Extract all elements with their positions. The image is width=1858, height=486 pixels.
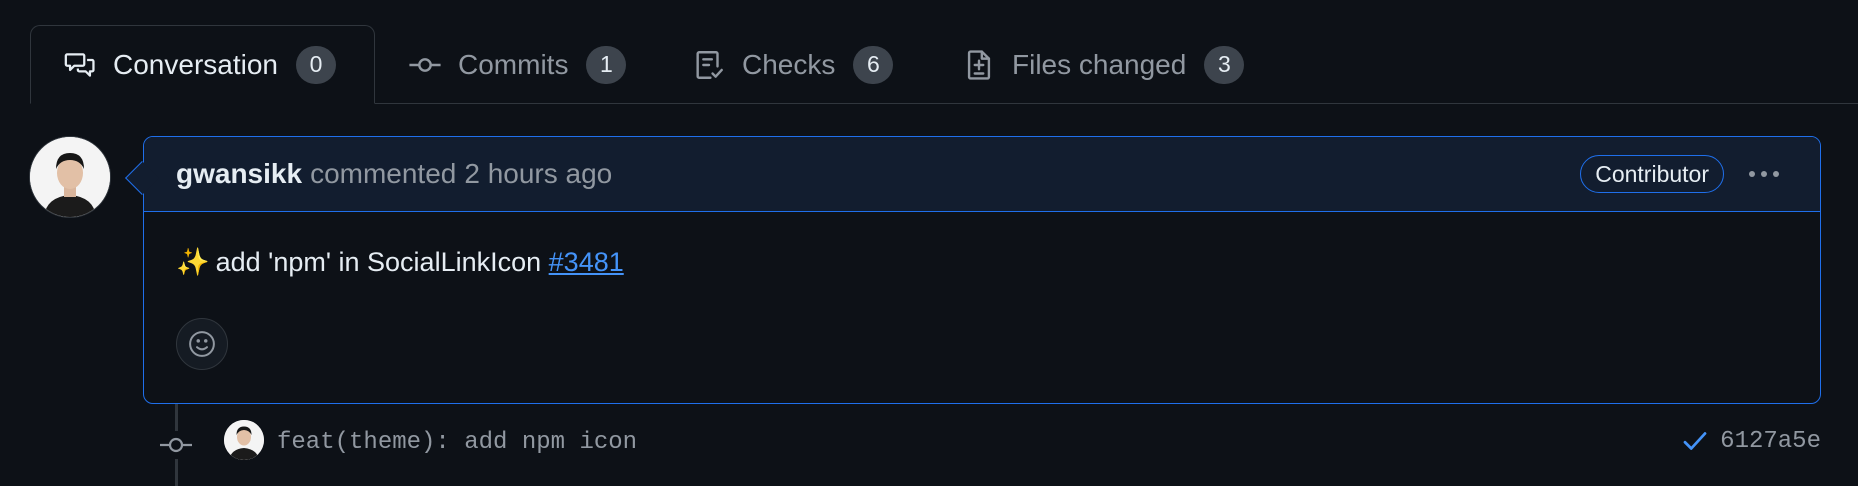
comment-text: add 'npm' in SocialLinkIcon xyxy=(215,247,542,277)
tab-counter: 6 xyxy=(853,45,894,84)
tab-files-changed[interactable]: Files changed 3 xyxy=(962,25,1245,104)
comment-discussion-icon xyxy=(63,48,97,82)
comment-header: gwansikk commented 2 hours ago Contribut… xyxy=(144,137,1820,212)
comment-author[interactable]: gwansikk xyxy=(176,158,302,190)
add-reaction-button[interactable] xyxy=(176,318,228,370)
file-diff-icon xyxy=(962,48,996,82)
check-icon[interactable] xyxy=(1680,426,1710,456)
comment-body: ✨ add 'npm' in SocialLinkIcon #3481 xyxy=(144,212,1820,278)
kebab-horizontal-icon xyxy=(1749,171,1779,177)
tab-counter: 3 xyxy=(1204,45,1245,84)
tab-label: Commits xyxy=(458,48,569,80)
tab-checks[interactable]: Checks 6 xyxy=(692,25,894,104)
comment-card: gwansikk commented 2 hours ago Contribut… xyxy=(125,136,1821,404)
tab-conversation[interactable]: Conversation 0 xyxy=(30,25,375,104)
tab-commits[interactable]: Commits 1 xyxy=(408,25,627,104)
git-commit-icon xyxy=(408,48,442,82)
commit-status-group: 6127a5e xyxy=(1680,426,1821,456)
pr-tab-bar: Conversation 0 Commits 1 Checks 6 Files … xyxy=(0,0,1858,104)
commit-author-avatar[interactable] xyxy=(224,420,264,460)
commit-sha-link[interactable]: 6127a5e xyxy=(1720,428,1821,455)
tab-label: Files changed xyxy=(1012,48,1187,80)
sparkles-emoji: ✨ xyxy=(176,247,210,277)
comment-timestamp[interactable]: 2 hours ago xyxy=(464,158,612,190)
tab-counter: 1 xyxy=(586,45,627,84)
commit-message-link[interactable]: feat(theme): add npm icon xyxy=(277,429,637,456)
comment-options-button[interactable] xyxy=(1744,157,1784,191)
tab-label: Conversation xyxy=(113,48,278,80)
tab-counter: 0 xyxy=(295,45,336,84)
git-commit-icon xyxy=(158,431,194,459)
author-avatar[interactable] xyxy=(29,136,111,218)
contributor-badge: Contributor xyxy=(1580,155,1724,193)
checklist-icon xyxy=(692,48,726,82)
smiley-icon xyxy=(189,331,215,357)
issue-reference-link[interactable]: #3481 xyxy=(549,247,624,277)
tab-label: Checks xyxy=(742,48,836,80)
comment-action: commented xyxy=(310,158,457,189)
